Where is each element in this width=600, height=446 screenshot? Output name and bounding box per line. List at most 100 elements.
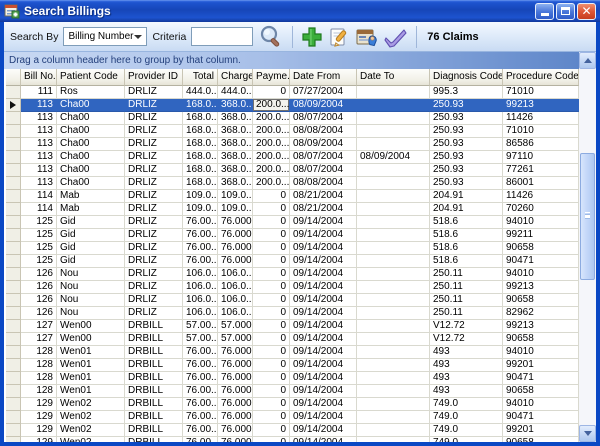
cell-procedure-code[interactable]: 94010 <box>503 398 579 411</box>
row-indicator-cell[interactable] <box>6 125 21 138</box>
scroll-up-button[interactable] <box>579 52 596 69</box>
cell-procedure-code[interactable]: 77261 <box>503 164 579 177</box>
cell-date-from[interactable]: 07/27/2004 <box>290 86 357 99</box>
cell-provider-id[interactable]: DRLIZ <box>125 203 183 216</box>
cell-date-to[interactable] <box>357 385 430 398</box>
cell-patient-code[interactable]: Nou <box>57 307 125 320</box>
cell-bill-no[interactable]: 113 <box>21 99 57 112</box>
cell-provider-id[interactable]: DRBILL <box>125 333 183 346</box>
cell-procedure-code[interactable]: 11426 <box>503 112 579 125</box>
cell-date-from[interactable]: 09/14/2004 <box>290 424 357 437</box>
cell-patient-code[interactable]: Wen01 <box>57 359 125 372</box>
cell-bill-no[interactable]: 128 <box>21 372 57 385</box>
cell-patient-code[interactable]: Gid <box>57 229 125 242</box>
table-row[interactable]: 113Cha00DRLIZ168.0...368.0...200.0...08/… <box>6 151 579 164</box>
cell-provider-id[interactable]: DRBILL <box>125 424 183 437</box>
cell-provider-id[interactable]: DRLIZ <box>125 294 183 307</box>
cell-procedure-code[interactable]: 86001 <box>503 177 579 190</box>
cell-procedure-code[interactable]: 99201 <box>503 359 579 372</box>
row-indicator-cell[interactable] <box>6 255 21 268</box>
cell-date-from[interactable]: 08/09/2004 <box>290 99 357 112</box>
cell-diagnosis-code[interactable]: 518.6 <box>430 255 503 268</box>
cell-patient-code[interactable]: Gid <box>57 255 125 268</box>
cell-provider-id[interactable]: DRLIZ <box>125 307 183 320</box>
table-row[interactable]: 128Wen01DRBILL76.00...76.0000009/14/2004… <box>6 372 579 385</box>
cell-procedure-code[interactable]: 82962 <box>503 307 579 320</box>
cell-provider-id[interactable]: DRBILL <box>125 320 183 333</box>
cell-diagnosis-code[interactable]: 518.6 <box>430 229 503 242</box>
cell-provider-id[interactable]: DRLIZ <box>125 99 183 112</box>
column-header-patient-code[interactable]: Patient Code <box>57 69 125 86</box>
cell-bill-no[interactable]: 127 <box>21 333 57 346</box>
cell-payments[interactable]: 0 <box>253 268 290 281</box>
row-indicator-cell[interactable] <box>6 164 21 177</box>
column-header-procedure-code[interactable]: Procedure Code <box>503 69 579 86</box>
row-indicator-cell[interactable] <box>6 203 21 216</box>
cell-procedure-code[interactable]: 90471 <box>503 255 579 268</box>
cell-bill-no[interactable]: 126 <box>21 294 57 307</box>
cell-procedure-code[interactable]: 99213 <box>503 281 579 294</box>
cell-bill-no[interactable]: 127 <box>21 320 57 333</box>
column-header-charges[interactable]: Charges <box>218 69 253 86</box>
row-indicator-cell[interactable] <box>6 411 21 424</box>
cell-charges[interactable]: 368.0... <box>218 177 253 190</box>
cell-diagnosis-code[interactable]: 250.93 <box>430 164 503 177</box>
cell-date-from[interactable]: 08/07/2004 <box>290 151 357 164</box>
cell-payments[interactable]: 0 <box>253 424 290 437</box>
cell-payments[interactable]: 0 <box>253 437 290 442</box>
cell-provider-id[interactable]: DRBILL <box>125 398 183 411</box>
cell-provider-id[interactable]: DRLIZ <box>125 281 183 294</box>
row-indicator-cell[interactable] <box>6 138 21 151</box>
cell-diagnosis-code[interactable]: 749.0 <box>430 424 503 437</box>
table-row[interactable]: 114MabDRLIZ109.0...109.0...008/21/200420… <box>6 203 579 216</box>
cell-provider-id[interactable]: DRLIZ <box>125 255 183 268</box>
column-header-provider-id[interactable]: Provider ID <box>125 69 183 86</box>
table-row[interactable]: 126NouDRLIZ106.0...106.0...009/14/200425… <box>6 268 579 281</box>
cell-charges[interactable]: 76.0000 <box>218 242 253 255</box>
cell-total[interactable]: 76.00... <box>183 372 218 385</box>
table-row[interactable]: 125GidDRLIZ76.00...76.0000009/14/2004518… <box>6 216 579 229</box>
cell-patient-code[interactable]: Wen01 <box>57 385 125 398</box>
cell-payments[interactable]: 200.0... <box>253 151 290 164</box>
table-row[interactable]: 125GidDRLIZ76.00...76.0000009/14/2004518… <box>6 242 579 255</box>
cell-date-to[interactable] <box>357 307 430 320</box>
cell-provider-id[interactable]: DRLIZ <box>125 164 183 177</box>
row-indicator-cell[interactable] <box>6 151 21 164</box>
cell-date-from[interactable]: 09/14/2004 <box>290 359 357 372</box>
close-button[interactable]: ✕ <box>577 3 596 20</box>
cell-total[interactable]: 106.0... <box>183 307 218 320</box>
cell-date-from[interactable]: 09/14/2004 <box>290 268 357 281</box>
cell-total[interactable]: 76.00... <box>183 385 218 398</box>
column-header-date-to[interactable]: Date To <box>357 69 430 86</box>
cell-provider-id[interactable]: DRLIZ <box>125 177 183 190</box>
row-indicator-cell[interactable] <box>6 307 21 320</box>
cell-date-to[interactable] <box>357 164 430 177</box>
table-row[interactable]: 129Wen02DRBILL76.00...76.0000009/14/2004… <box>6 411 579 424</box>
cell-provider-id[interactable]: DRBILL <box>125 346 183 359</box>
cell-diagnosis-code[interactable]: 250.93 <box>430 138 503 151</box>
cell-diagnosis-code[interactable]: 493 <box>430 346 503 359</box>
criteria-input[interactable] <box>191 27 253 46</box>
cell-procedure-code[interactable]: 90658 <box>503 385 579 398</box>
row-indicator-cell[interactable] <box>6 229 21 242</box>
table-row[interactable]: 128Wen01DRBILL76.00...76.0000009/14/2004… <box>6 359 579 372</box>
row-indicator-cell[interactable] <box>6 359 21 372</box>
cell-charges[interactable]: 368.0... <box>218 151 253 164</box>
cell-diagnosis-code[interactable]: 250.11 <box>430 294 503 307</box>
cell-patient-code[interactable]: Wen00 <box>57 333 125 346</box>
cell-provider-id[interactable]: DRLIZ <box>125 112 183 125</box>
cell-charges[interactable]: 106.0... <box>218 307 253 320</box>
minimize-button[interactable] <box>535 3 554 20</box>
check-icon[interactable] <box>383 26 408 48</box>
cell-total[interactable]: 168.0... <box>183 151 218 164</box>
cell-procedure-code[interactable]: 71010 <box>503 86 579 99</box>
cell-charges[interactable]: 109.0... <box>218 203 253 216</box>
cell-total[interactable]: 76.00... <box>183 398 218 411</box>
cell-bill-no[interactable]: 114 <box>21 203 57 216</box>
cell-payments[interactable]: 0 <box>253 307 290 320</box>
cell-date-to[interactable] <box>357 255 430 268</box>
cell-payments[interactable]: 200.0... <box>253 138 290 151</box>
cell-date-from[interactable]: 08/07/2004 <box>290 164 357 177</box>
cell-procedure-code[interactable]: 86586 <box>503 138 579 151</box>
cell-provider-id[interactable]: DRLIZ <box>125 242 183 255</box>
